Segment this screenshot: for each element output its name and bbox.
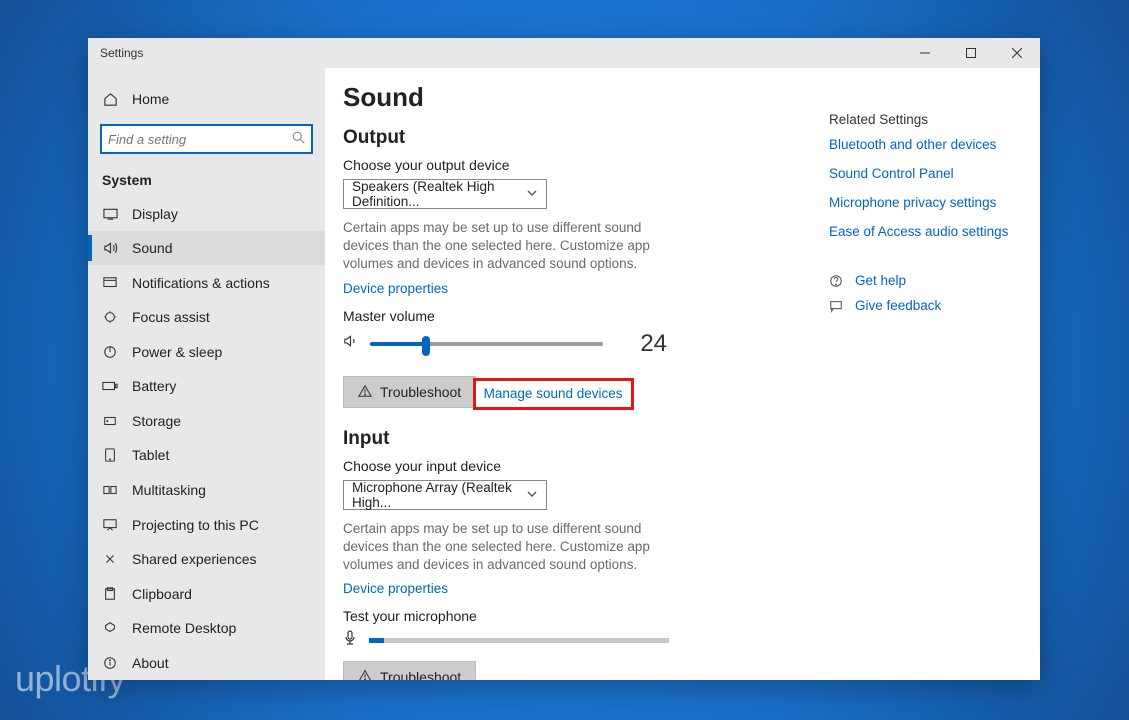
manage-sound-devices-link[interactable]: Manage sound devices [484, 386, 623, 401]
master-volume-label: Master volume [343, 308, 845, 324]
output-heading: Output [343, 127, 845, 149]
output-device-combo[interactable]: Speakers (Realtek High Definition... [343, 179, 547, 209]
nav-shared-experiences[interactable]: Shared experiences [88, 542, 325, 577]
nav-label: Notifications & actions [132, 275, 270, 291]
chevron-down-icon [526, 488, 538, 503]
nav-label: Remote Desktop [132, 620, 236, 636]
warning-icon [358, 669, 372, 680]
window-title: Settings [88, 46, 902, 60]
about-icon [102, 656, 118, 670]
remote-icon [102, 621, 118, 635]
nav-projecting[interactable]: Projecting to this PC [88, 507, 325, 542]
nav-battery[interactable]: Battery [88, 369, 325, 404]
tablet-icon [102, 448, 118, 462]
nav-label: Tablet [132, 447, 169, 463]
nav-about[interactable]: About [88, 645, 325, 680]
input-troubleshoot-button[interactable]: Troubleshoot [343, 661, 476, 680]
notifications-icon [102, 276, 118, 290]
sidebar: Home System Display Sound Notifications … [88, 68, 325, 680]
clipboard-icon [102, 587, 118, 601]
focus-assist-icon [102, 310, 118, 324]
multitasking-icon [102, 483, 118, 497]
nav-home[interactable]: Home [88, 80, 325, 118]
output-desc: Certain apps may be set up to use differ… [343, 219, 683, 274]
give-feedback-link[interactable]: Give feedback [829, 298, 1029, 313]
get-help-link[interactable]: Get help [829, 273, 1029, 288]
nav-sound[interactable]: Sound [88, 231, 325, 266]
help-icon [829, 274, 845, 288]
display-icon [102, 208, 118, 220]
main-pane: Sound Output Choose your output device S… [325, 68, 1040, 680]
output-device-properties-link[interactable]: Device properties [343, 281, 448, 296]
nav-heading: System [88, 154, 325, 196]
home-icon [102, 92, 118, 107]
manage-sound-devices-highlight: Manage sound devices [473, 378, 634, 410]
microphone-icon [343, 630, 357, 651]
related-link-ease-of-access[interactable]: Ease of Access audio settings [829, 224, 1029, 239]
page-title: Sound [343, 82, 845, 113]
output-troubleshoot-button[interactable]: Troubleshoot [343, 376, 476, 408]
nav-clipboard[interactable]: Clipboard [88, 576, 325, 611]
nav-label: Display [132, 206, 178, 222]
nav-label: Focus assist [132, 309, 210, 325]
nav-remote-desktop[interactable]: Remote Desktop [88, 611, 325, 646]
warning-icon [358, 384, 372, 401]
nav-label: Projecting to this PC [132, 517, 259, 533]
nav-label: Battery [132, 378, 176, 394]
volume-icon [343, 334, 358, 353]
related-link-sound-control-panel[interactable]: Sound Control Panel [829, 166, 1029, 181]
nav-notifications[interactable]: Notifications & actions [88, 265, 325, 300]
give-feedback-label: Give feedback [855, 298, 941, 313]
related-link-mic-privacy[interactable]: Microphone privacy settings [829, 195, 1029, 210]
mic-level-bar [369, 638, 669, 643]
output-choose-label: Choose your output device [343, 157, 845, 173]
input-choose-label: Choose your input device [343, 458, 845, 474]
content: Sound Output Choose your output device S… [325, 68, 845, 680]
search-input[interactable] [100, 124, 313, 154]
volume-value: 24 [615, 330, 673, 358]
nav-label: Sound [132, 240, 172, 256]
chevron-down-icon [526, 187, 538, 202]
output-device-selected: Speakers (Realtek High Definition... [352, 179, 538, 209]
nav-label: Storage [132, 413, 181, 429]
input-heading: Input [343, 428, 845, 450]
nav-tablet[interactable]: Tablet [88, 438, 325, 473]
nav-label: About [132, 655, 169, 671]
nav-home-label: Home [132, 91, 169, 107]
input-device-properties-link[interactable]: Device properties [343, 581, 448, 596]
related-link-bluetooth[interactable]: Bluetooth and other devices [829, 137, 1029, 152]
nav-multitasking[interactable]: Multitasking [88, 473, 325, 508]
nav-label: Shared experiences [132, 551, 257, 567]
nav-label: Multitasking [132, 482, 206, 498]
related-settings-heading: Related Settings [829, 112, 1029, 127]
volume-slider[interactable] [370, 342, 602, 346]
input-device-selected: Microphone Array (Realtek High... [352, 480, 538, 510]
nav-focus-assist[interactable]: Focus assist [88, 300, 325, 335]
maximize-button[interactable] [948, 38, 994, 68]
storage-icon [102, 414, 118, 428]
nav-label: Clipboard [132, 586, 192, 602]
power-icon [102, 345, 118, 359]
feedback-icon [829, 299, 845, 313]
get-help-label: Get help [855, 273, 906, 288]
nav-display[interactable]: Display [88, 196, 325, 231]
input-troubleshoot-label: Troubleshoot [380, 669, 461, 680]
titlebar: Settings [88, 38, 1040, 68]
settings-window: Settings Home System [88, 38, 1040, 680]
search-icon [292, 131, 305, 147]
battery-icon [102, 381, 118, 391]
right-rail: Related Settings Bluetooth and other dev… [829, 112, 1029, 323]
nav-power-sleep[interactable]: Power & sleep [88, 335, 325, 370]
shared-icon [102, 552, 118, 566]
projecting-icon [102, 518, 118, 532]
nav-label: Power & sleep [132, 344, 222, 360]
test-mic-label: Test your microphone [343, 608, 845, 624]
output-troubleshoot-label: Troubleshoot [380, 384, 461, 400]
input-device-combo[interactable]: Microphone Array (Realtek High... [343, 480, 547, 510]
minimize-button[interactable] [902, 38, 948, 68]
input-desc: Certain apps may be set up to use differ… [343, 520, 683, 575]
nav-storage[interactable]: Storage [88, 404, 325, 439]
close-button[interactable] [994, 38, 1040, 68]
sound-icon [102, 241, 118, 255]
